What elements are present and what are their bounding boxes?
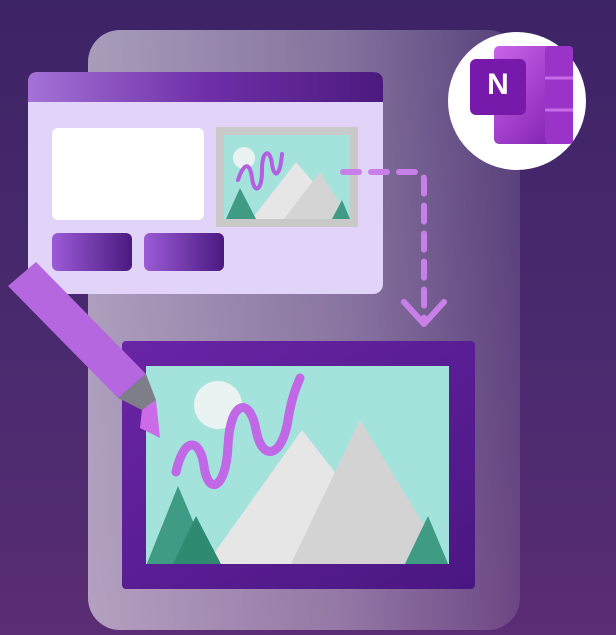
- content-block: [52, 128, 204, 220]
- onenote-logo-letter: N: [487, 68, 509, 101]
- window-button-left: [52, 233, 132, 271]
- window-button-right: [144, 233, 224, 271]
- large-picture-frame-icon: [122, 341, 475, 589]
- illustration-scene: [8, 30, 586, 630]
- thumbnail-image-icon: [216, 127, 358, 227]
